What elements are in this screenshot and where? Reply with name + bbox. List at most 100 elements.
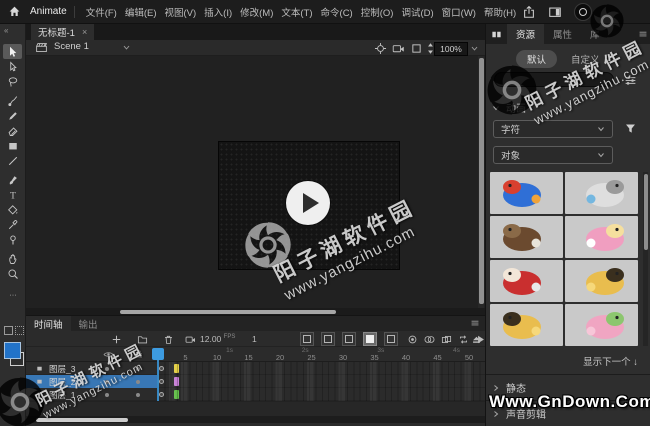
swap-colors-icon[interactable] [15, 326, 24, 335]
stage-horizontal-scrollbar[interactable] [26, 308, 485, 315]
classic-brush-tool[interactable] [3, 108, 22, 123]
clip-content-icon[interactable] [410, 42, 423, 55]
zoom-level-input[interactable]: 100% [434, 42, 468, 56]
asset-thumbnail-snail[interactable] [565, 216, 638, 258]
menu-item-10[interactable]: 帮助(H) [481, 5, 519, 19]
layer-frames-track[interactable] [158, 388, 485, 401]
menu-item-1[interactable]: 编辑(E) [122, 5, 160, 19]
assets-search-input[interactable] [494, 72, 614, 87]
section-sound[interactable]: 声音剪辑 [492, 406, 546, 421]
subselection-tool[interactable] [3, 59, 22, 74]
tab-default[interactable]: 默认 [516, 50, 557, 68]
layer-visible-dot[interactable] [105, 380, 109, 384]
menu-item-3[interactable]: 插入(I) [201, 5, 235, 19]
scene-name[interactable]: Scene 1 [54, 41, 89, 52]
workspace-icon[interactable] [548, 5, 562, 19]
asset-warp-tool[interactable] [3, 232, 22, 247]
fill-color-swatch[interactable] [4, 342, 21, 359]
layer-frames-track[interactable] [158, 375, 485, 388]
close-tab-icon[interactable]: × [82, 27, 87, 37]
menu-item-2[interactable]: 视图(V) [162, 5, 200, 19]
timeline-tab-0[interactable]: 时间轴 [26, 316, 71, 331]
eraser-tool[interactable] [3, 123, 22, 138]
menu-item-9[interactable]: 窗口(W) [439, 5, 479, 19]
app-circle-button[interactable] [574, 3, 592, 21]
hand-tool[interactable] [3, 251, 22, 266]
asset-thumbnail-skeleton-character[interactable] [565, 172, 638, 214]
character-filter-dropdown[interactable]: 字符 [493, 120, 613, 138]
rectangle-tool[interactable] [3, 138, 22, 153]
section-static[interactable]: 静态 [492, 380, 526, 395]
asset-thumbnail-cartoon-dog-sitting[interactable] [490, 304, 563, 346]
asset-thumbnail-pig-with-sprout[interactable] [565, 304, 638, 346]
stage-pasteboard[interactable] [26, 56, 485, 315]
layer-visibility-eye-icon[interactable] [103, 349, 114, 360]
fluid-brush-tool[interactable] [3, 93, 22, 108]
layer-visible-dot[interactable] [105, 393, 109, 397]
show-next-link[interactable]: 显示下一个 ↓ [583, 354, 638, 368]
layer-lock-icon[interactable] [134, 349, 144, 359]
more-tools-tool[interactable]: … [3, 285, 22, 300]
layer-name-cell[interactable]: 图层_3 [26, 362, 158, 375]
layer-lock-dot[interactable] [136, 393, 140, 397]
create-keyframe-toggle[interactable] [300, 332, 314, 346]
panel-menu-icon[interactable] [470, 318, 480, 328]
new-folder-button[interactable] [136, 333, 149, 346]
menu-item-7[interactable]: 控制(O) [358, 5, 397, 19]
menu-item-6[interactable]: 命令(C) [318, 5, 356, 19]
section-animated[interactable]: 动画 [492, 100, 526, 115]
loop-playback-button[interactable] [457, 333, 470, 346]
menu-item-8[interactable]: 调试(D) [398, 5, 436, 19]
layer-name-cell[interactable]: 图层_1 [26, 388, 158, 401]
paint-brush-tool[interactable] [3, 172, 22, 187]
timeline-tab-1[interactable]: 输出 [71, 316, 106, 331]
timeline-ruler[interactable]: 1s2s3s4s5101520253035404550 [26, 347, 485, 362]
horizontal-scroll-thumb[interactable] [120, 310, 336, 314]
keyframe-dot[interactable] [159, 366, 164, 371]
zoom-chevron-down-icon[interactable] [470, 44, 479, 53]
vertical-scroll-thumb[interactable] [479, 58, 484, 304]
menu-item-5[interactable]: 文本(T) [278, 5, 315, 19]
camera-icon[interactable] [392, 42, 405, 55]
layer-lock-dot[interactable] [136, 380, 140, 384]
panel-group-icon[interactable] [491, 29, 502, 40]
asset-thumbnail-santa-claus[interactable] [490, 260, 563, 302]
panel-tab-2[interactable]: 库 [581, 24, 609, 44]
menu-item-4[interactable]: 修改(M) [237, 5, 276, 19]
auto-keyframe-toggle[interactable] [363, 332, 377, 346]
asset-thumbnail-running-wolf[interactable] [490, 216, 563, 258]
panel-tab-0[interactable]: 资源 [507, 24, 544, 44]
share-icon[interactable] [522, 5, 536, 19]
timeline-scroll-thumb[interactable] [36, 418, 128, 422]
selection-tool[interactable] [3, 44, 22, 59]
keyframe-dot[interactable] [159, 392, 164, 397]
line-tool[interactable] [3, 153, 22, 168]
assets-scroll-thumb[interactable] [644, 174, 648, 250]
eyedropper-tool[interactable] [3, 217, 22, 232]
center-stage-icon[interactable] [374, 42, 387, 55]
layer-lock-dot[interactable] [136, 367, 140, 371]
delete-layer-button[interactable] [162, 333, 175, 346]
playhead[interactable] [152, 348, 164, 360]
onion-skin-button[interactable] [406, 333, 419, 346]
collapse-panel-icon[interactable]: « [4, 26, 8, 35]
stroke-color-icon[interactable] [4, 326, 13, 335]
object-filter-dropdown[interactable]: 对象 [493, 146, 613, 164]
home-icon[interactable] [8, 5, 21, 18]
current-frame-value[interactable]: 1 [252, 334, 257, 344]
lasso-tool[interactable] [3, 74, 22, 89]
create-blank-keyframe-toggle[interactable] [321, 332, 335, 346]
menu-item-0[interactable]: 文件(F) [83, 5, 120, 19]
layer-frames-track[interactable] [158, 362, 485, 375]
funnel-filter-icon[interactable] [624, 122, 637, 135]
layer-name-cell[interactable]: 图层_2 [26, 375, 158, 388]
panel-menu-icon[interactable] [638, 29, 648, 39]
panel-tab-1[interactable]: 属性 [544, 24, 581, 44]
edit-multiple-frames-button[interactable] [440, 333, 453, 346]
tab-custom[interactable]: 自定义 [571, 52, 600, 66]
property-keyframe-toggle[interactable] [342, 332, 356, 346]
app-name[interactable]: Animate [30, 6, 67, 17]
asset-thumbnail-flying-parrot[interactable] [490, 172, 563, 214]
timeline-horizontal-scrollbar[interactable] [26, 416, 485, 423]
layer-visible-dot[interactable] [105, 367, 109, 371]
